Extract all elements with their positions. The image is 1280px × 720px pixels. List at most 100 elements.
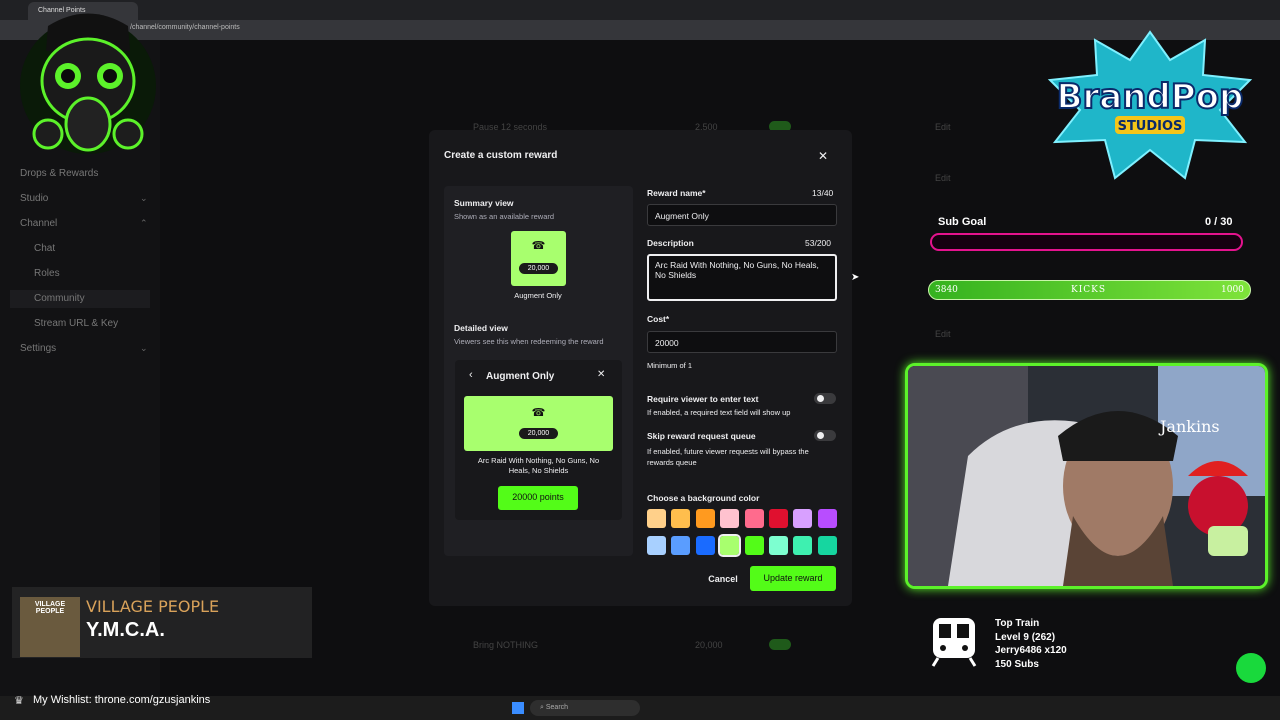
color-swatch[interactable] [718,534,742,557]
taskbar-search[interactable]: ⌕ Search [530,700,640,716]
chat-bubble-icon[interactable] [1236,653,1266,683]
search-placeholder: Search [545,704,569,711]
reward-name-label: Reward name* [647,188,706,198]
brand-title: BrandPop [1057,77,1244,117]
music-artist: VILLAGE PEOPLE [86,597,220,616]
reward-edit-link[interactable]: Edit [935,122,951,132]
color-swatch[interactable] [671,536,691,555]
kicks-label: KICKS [1071,285,1107,295]
brandpop-logo: BrandPop STUDIOS [1047,30,1253,180]
description-counter: 53/200 [805,238,831,248]
description-label: Description [647,238,694,248]
music-title: Y.M.C.A. [86,619,165,641]
require-text-label: Require viewer to enter text [647,394,759,404]
skip-queue-hint: If enabled, future viewer requests will … [647,447,809,467]
reward-edit-link[interactable]: Edit [935,329,951,339]
detailed-view-title: Detailed view [454,323,508,333]
chevron-down-icon: ⌄ [140,193,148,203]
skip-queue-label: Skip reward request queue [647,431,756,441]
detail-header: Augment Only [486,371,555,382]
top-train-info: Top Train Level 9 (262) Jerry6486 x120 1… [995,617,1067,671]
update-reward-button[interactable]: Update reward [750,566,836,591]
reward-edit-link[interactable]: Edit [935,173,951,183]
cost-label: Cost* [647,314,670,324]
sidebar-item-studio[interactable]: Studio [20,193,48,204]
webcam-frame: Jankins [905,363,1268,589]
color-swatch[interactable] [793,536,813,555]
color-swatch[interactable] [695,536,715,555]
tile-name: Augment Only [514,291,562,300]
redeem-points-button[interactable]: 20000 points [498,486,578,510]
require-text-toggle[interactable] [814,393,836,404]
gift-icon: ☎ [531,240,546,252]
summary-reward-tile: ☎ 20,000 [511,231,566,286]
chevron-left-icon[interactable]: ‹ [469,369,473,381]
color-swatch[interactable] [647,536,666,555]
color-swatch[interactable] [769,509,788,528]
color-swatch[interactable] [647,509,666,528]
color-swatch[interactable] [744,536,764,555]
close-icon[interactable]: ✕ [597,369,605,380]
kicks-end-value: 1000 [1221,285,1244,295]
cancel-button[interactable]: Cancel [700,569,746,589]
skull-gasmask-logo [20,13,156,154]
windows-start-icon[interactable] [512,702,524,714]
modal-title: Create a custom reward [444,150,558,161]
summary-view-title: Summary view [454,198,514,208]
train-level: Level 9 (262) [995,631,1056,643]
color-swatch[interactable] [817,509,837,528]
sidebar-item-settings[interactable]: Settings [20,343,56,354]
color-swatch[interactable] [695,509,715,528]
sidebar-item-chat[interactable]: Chat [34,243,55,254]
color-swatch[interactable] [769,536,788,555]
cost-hint: Minimum of 1 [647,361,693,370]
color-swatch[interactable] [817,536,837,555]
sidebar-item-roles[interactable]: Roles [34,268,60,279]
search-icon: ⌕ [540,704,544,711]
color-swatch[interactable] [744,509,764,528]
train-subs: 150 Subs [995,658,1039,670]
sidebar-item-channel[interactable]: Channel [20,218,57,229]
train-user: Jerry6486 x120 [995,645,1067,656]
webcam-image: Jankins [908,366,1265,586]
sub-goal-progress-bar [930,233,1243,251]
description-textarea[interactable]: Arc Raid With Nothing, No Guns, No Heals… [647,254,837,301]
color-swatch[interactable] [720,509,740,528]
reward-name-counter: 13/40 [812,188,834,198]
wishlist-icon: ♛ [14,695,24,707]
mouse-cursor-icon: ➤ [851,272,860,283]
sidebar-item-stream-url[interactable]: Stream URL & Key [34,318,118,329]
cost-input[interactable]: 20000 [647,331,837,353]
detail-reward-tile: ☎ 20,000 [464,396,613,451]
close-icon[interactable]: ✕ [818,149,828,163]
chevron-up-icon: ⌃ [140,218,148,228]
gift-icon: ☎ [531,407,546,419]
brand-subtitle: STUDIOS [1118,119,1183,134]
reward-row-cost: 20,000 [695,640,723,650]
reward-row-name: Bring NOTHING [473,640,539,650]
train-title: Top Train [995,618,1040,629]
require-text-hint: If enabled, a required text field will s… [647,408,791,417]
summary-view-subtitle: Shown as an available reward [454,212,555,221]
sidebar-item-drops[interactable]: Drops & Rewards [20,168,98,179]
album-art: VILLAGE PEOPLE [20,597,80,657]
train-icon [931,618,977,667]
reward-name-input[interactable]: Augment Only [647,204,837,226]
skip-queue-toggle[interactable] [814,430,836,441]
browser-tab-bar [0,0,1280,20]
bg-color-label: Choose a background color [647,493,760,503]
sidebar-item-community[interactable]: Community [10,290,150,308]
sub-goal-count: 0 / 30 [1205,216,1233,228]
sub-goal-label: Sub Goal [938,216,987,228]
kicks-progress-bar: 3840 KICKS 1000 [928,280,1251,300]
wishlist-text: My Wishlist: throne.com/gzusjankins [33,694,211,706]
color-swatch[interactable] [793,509,813,528]
color-swatch[interactable] [671,509,691,528]
detailed-view-subtitle: Viewers see this when redeeming the rewa… [454,337,604,346]
reward-toggle[interactable] [769,639,791,650]
chevron-down-icon: ⌄ [140,343,148,353]
album-art-text: VILLAGE PEOPLE [34,601,66,615]
detail-cost: 20,000 [519,428,558,439]
tile-cost: 20,000 [519,263,558,274]
kicks-start-value: 3840 [935,285,958,295]
